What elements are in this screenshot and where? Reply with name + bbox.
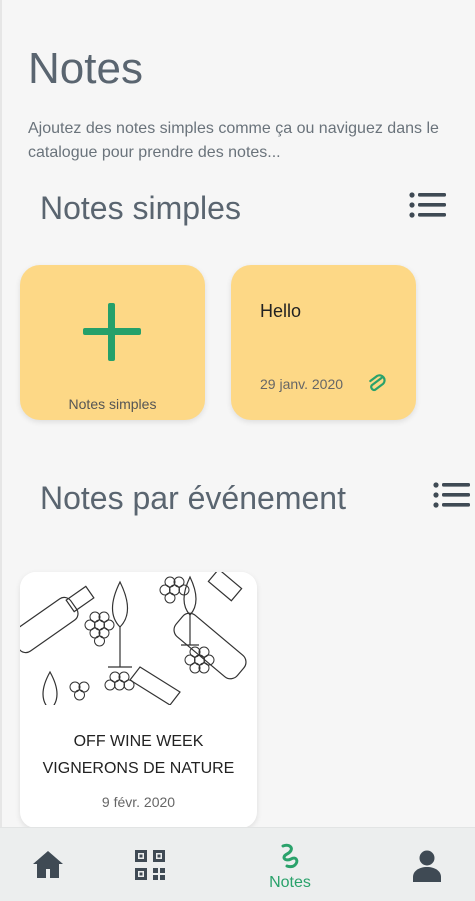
- note-date: 29 janv. 2020: [260, 376, 344, 392]
- notes-icon: [281, 843, 299, 869]
- profile-icon: [413, 850, 441, 882]
- note-title: Hello: [260, 301, 302, 321]
- event-title-line1: OFF WINE WEEK: [73, 733, 204, 750]
- note-card[interactable]: Hello 29 janv. 2020: [231, 265, 416, 420]
- section-title-simple-notes: Notes simples: [40, 190, 241, 226]
- page-title: Notes: [28, 44, 143, 93]
- add-card-label: Notes simples: [68, 396, 157, 412]
- nav-notes-label: Notes: [269, 874, 311, 891]
- nav-qr-code[interactable]: [95, 828, 205, 901]
- nav-home[interactable]: [0, 828, 95, 901]
- event-title-line2: VIGNERONS DE NATURE: [42, 760, 235, 777]
- nav-profile[interactable]: [380, 828, 475, 901]
- event-card[interactable]: OFF WINE WEEK VIGNERONS DE NATURE 9 févr…: [20, 572, 257, 828]
- list-icon[interactable]: [432, 480, 472, 514]
- event-date: 9 févr. 2020: [101, 794, 176, 810]
- page-subtitle: Ajoutez des notes simples comme ça ou na…: [28, 120, 439, 161]
- event-title: OFF WINE WEEK VIGNERONS DE NATURE: [20, 728, 257, 782]
- left-edge-divider: [0, 0, 2, 827]
- home-icon: [33, 851, 63, 878]
- wine-illustration: [20, 572, 257, 705]
- qr-code-icon: [135, 850, 165, 880]
- bottom-navigation: Notes: [0, 827, 475, 901]
- add-simple-note-card[interactable]: Notes simples: [20, 265, 205, 420]
- section-title-event-notes: Notes par événement: [40, 480, 346, 516]
- paperclip-icon: [369, 374, 386, 392]
- list-icon[interactable]: [408, 190, 448, 224]
- plus-icon: [83, 303, 141, 361]
- nav-notes[interactable]: Notes: [230, 828, 350, 901]
